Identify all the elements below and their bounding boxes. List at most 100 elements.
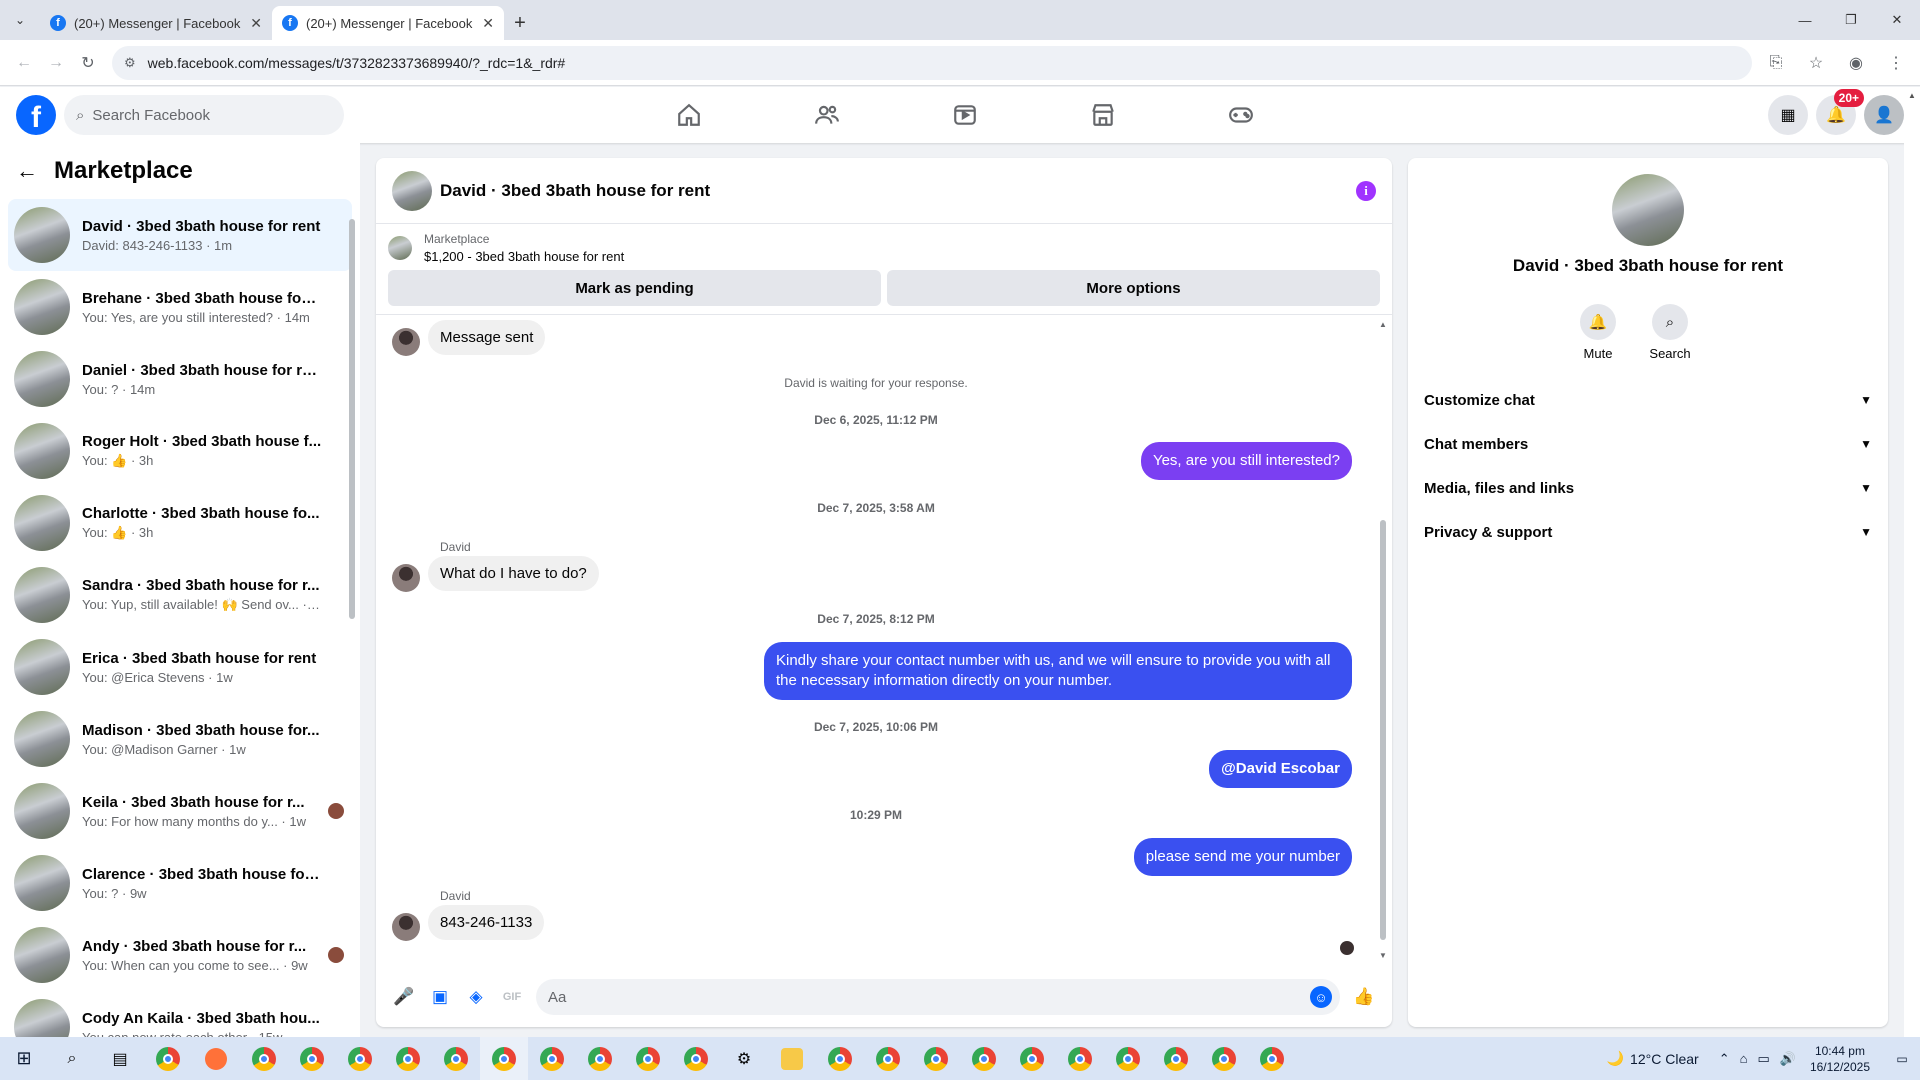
conversation-item[interactable]: Andy · 3bed 3bath house for r... You: Whe… — [8, 919, 352, 991]
sticker-icon[interactable]: ◈ — [458, 979, 494, 1015]
chrome-taskbar-icon[interactable] — [624, 1037, 672, 1080]
conversation-item[interactable]: Daniel · 3bed 3bath house for re... You: … — [8, 343, 352, 415]
mention-bubble[interactable]: @David Escobar — [1209, 750, 1352, 788]
conversation-item[interactable]: Erica · 3bed 3bath house for rent You: @E… — [8, 631, 352, 703]
notification-center-icon[interactable]: ▭ — [1884, 1037, 1920, 1080]
task-view-icon[interactable]: ▤ — [96, 1037, 144, 1080]
browser-tab-1[interactable]: f (20+) Messenger | Facebook ✕ — [40, 6, 272, 40]
chrome-taskbar-icon-active[interactable] — [480, 1037, 528, 1080]
chrome-taskbar-icon[interactable] — [864, 1037, 912, 1080]
scrollbar-thumb[interactable] — [349, 219, 355, 619]
friends-icon[interactable] — [758, 87, 896, 143]
page-scrollbar[interactable]: ▲ — [1904, 87, 1920, 1037]
tab-close-icon[interactable]: ✕ — [482, 15, 494, 32]
chrome-taskbar-icon[interactable] — [528, 1037, 576, 1080]
tab-search-chevron-icon[interactable]: ⌄ — [0, 0, 40, 40]
chevron-up-icon[interactable]: ⌃ — [1719, 1051, 1730, 1067]
message-bubble-incoming[interactable]: Message sent — [428, 320, 546, 355]
section-customize-chat[interactable]: Customize chat ▼ — [1416, 378, 1880, 422]
conversation-item[interactable]: Roger Holt · 3bed 3bath house f... You: 👍… — [8, 415, 352, 487]
site-info-icon[interactable]: ⚙ — [124, 55, 136, 71]
message-bubble-incoming[interactable]: What do I have to do? — [428, 556, 599, 591]
search-in-chat-button[interactable]: ⌕ Search — [1649, 304, 1691, 361]
browser-tab-2[interactable]: f (20+) Messenger | Facebook ✕ — [272, 6, 504, 40]
message-bubble-outgoing[interactable]: Yes, are you still interested? — [1140, 442, 1352, 480]
emoji-icon[interactable]: ☺ — [1310, 986, 1332, 1008]
windows-start-icon[interactable]: ⊞ — [0, 1037, 48, 1080]
browser-menu-icon[interactable]: ⋮ — [1880, 47, 1912, 79]
section-chat-members[interactable]: Chat members ▼ — [1416, 422, 1880, 466]
network-icon[interactable]: ⌂ — [1740, 1051, 1748, 1067]
listing-row[interactable]: Marketplace $1,200 - 3bed 3bath house fo… — [388, 232, 1380, 264]
chat-avatar[interactable] — [392, 170, 432, 211]
scroll-up-icon[interactable]: ▲ — [1908, 91, 1916, 100]
chrome-taskbar-icon[interactable] — [336, 1037, 384, 1080]
chrome-taskbar-icon[interactable] — [1248, 1037, 1296, 1080]
new-tab-button[interactable]: + — [504, 6, 536, 40]
notifications-bell-icon[interactable]: 🔔 20+ — [1816, 89, 1864, 135]
scrollbar-thumb[interactable] — [1380, 520, 1386, 940]
chrome-taskbar-icon[interactable] — [384, 1037, 432, 1080]
info-icon[interactable]: i — [1356, 180, 1376, 201]
conversation-item[interactable]: Brehane · 3bed 3bath house for ... You: Y… — [8, 271, 352, 343]
conversation-item[interactable]: Sandra · 3bed 3bath house for r... You: Y… — [8, 559, 352, 631]
settings-taskbar-icon[interactable]: ⚙ — [720, 1037, 768, 1080]
bookmark-star-icon[interactable]: ☆ — [1800, 47, 1832, 79]
chrome-taskbar-icon[interactable] — [672, 1037, 720, 1080]
mark-as-pending-button[interactable]: Mark as pending — [388, 270, 881, 306]
microphone-icon[interactable]: 🎤 — [386, 979, 422, 1015]
clock[interactable]: 10:44 pm 16/12/2025 — [1810, 1043, 1870, 1075]
info-avatar[interactable] — [1612, 174, 1684, 246]
chrome-taskbar-icon[interactable] — [1152, 1037, 1200, 1080]
sidebar-scrollbar[interactable] — [348, 199, 356, 1035]
display-icon[interactable]: ▭ — [1757, 1051, 1769, 1067]
message-bubble-outgoing[interactable]: please send me your number — [1133, 838, 1352, 876]
mute-button[interactable]: 🔔 Mute — [1578, 304, 1618, 361]
back-arrow-icon[interactable]: ← — [16, 158, 38, 184]
chrome-taskbar-icon[interactable] — [144, 1037, 192, 1080]
back-button[interactable]: ← — [8, 47, 40, 79]
tab-close-icon[interactable]: ✕ — [250, 15, 262, 32]
chrome-taskbar-icon[interactable] — [912, 1037, 960, 1080]
menu-grid-icon[interactable]: ▦ — [1768, 95, 1808, 135]
thread-scrollbar[interactable]: ▲ ▼ — [1378, 320, 1388, 960]
reload-button[interactable]: ↻ — [72, 47, 104, 79]
scroll-down-icon[interactable]: ▼ — [1379, 951, 1387, 960]
taskbar-search-icon[interactable]: ⌕ — [48, 1037, 96, 1080]
conversation-item[interactable]: Charlotte · 3bed 3bath house fo... You: 👍… — [8, 487, 352, 559]
conversation-item[interactable]: Cody An Kaila · 3bed 3bath hou... You can… — [8, 991, 352, 1037]
chrome-taskbar-icon[interactable] — [1008, 1037, 1056, 1080]
chrome-taskbar-icon[interactable] — [288, 1037, 336, 1080]
conversation-item[interactable]: Madison · 3bed 3bath house for... You: @M… — [8, 703, 352, 775]
file-explorer-taskbar-icon[interactable] — [768, 1037, 816, 1080]
chrome-taskbar-icon[interactable] — [240, 1037, 288, 1080]
minimize-button[interactable]: — — [1782, 0, 1828, 40]
url-field[interactable]: ⚙ web.facebook.com/messages/t/3732823373… — [112, 45, 1752, 80]
chrome-taskbar-icon[interactable] — [816, 1037, 864, 1080]
gif-icon[interactable]: GIF — [494, 979, 530, 1015]
facebook-logo[interactable]: f — [16, 95, 56, 135]
section-privacy-support[interactable]: Privacy & support ▼ — [1416, 510, 1880, 554]
weather-widget[interactable]: 🌙 12°C Clear — [1607, 1050, 1699, 1067]
chrome-taskbar-icon[interactable] — [576, 1037, 624, 1080]
section-media-files-links[interactable]: Media, files and links ▼ — [1416, 466, 1880, 510]
restore-button[interactable]: ❐ — [1828, 0, 1874, 40]
account-avatar[interactable]: 👤 — [1864, 95, 1904, 135]
forward-button[interactable]: → — [40, 47, 72, 79]
thumbs-up-icon[interactable]: 👍 — [1346, 979, 1382, 1015]
scroll-up-icon[interactable]: ▲ — [1379, 320, 1387, 329]
close-window-button[interactable]: ✕ — [1874, 0, 1920, 40]
home-icon[interactable] — [620, 87, 758, 143]
volume-icon[interactable]: 🔊 — [1780, 1051, 1796, 1067]
chat-title[interactable]: David · 3bed 3bath house for rent — [440, 181, 1356, 201]
conversation-item[interactable]: Keila · 3bed 3bath house for r... You: Fo… — [8, 775, 352, 847]
facebook-search-input[interactable]: ⌕ Search Facebook — [64, 95, 344, 135]
firefox-taskbar-icon[interactable] — [192, 1037, 240, 1080]
video-icon[interactable] — [896, 87, 1034, 143]
profile-icon[interactable]: ◉ — [1840, 47, 1872, 79]
chrome-taskbar-icon[interactable] — [960, 1037, 1008, 1080]
install-app-icon[interactable]: ⎘ — [1760, 47, 1792, 79]
photo-icon[interactable]: ▣ — [422, 979, 458, 1015]
message-input[interactable]: Aa ☺ — [536, 979, 1340, 1015]
conversation-item[interactable]: Clarence · 3bed 3bath house for ... You: … — [8, 847, 352, 919]
